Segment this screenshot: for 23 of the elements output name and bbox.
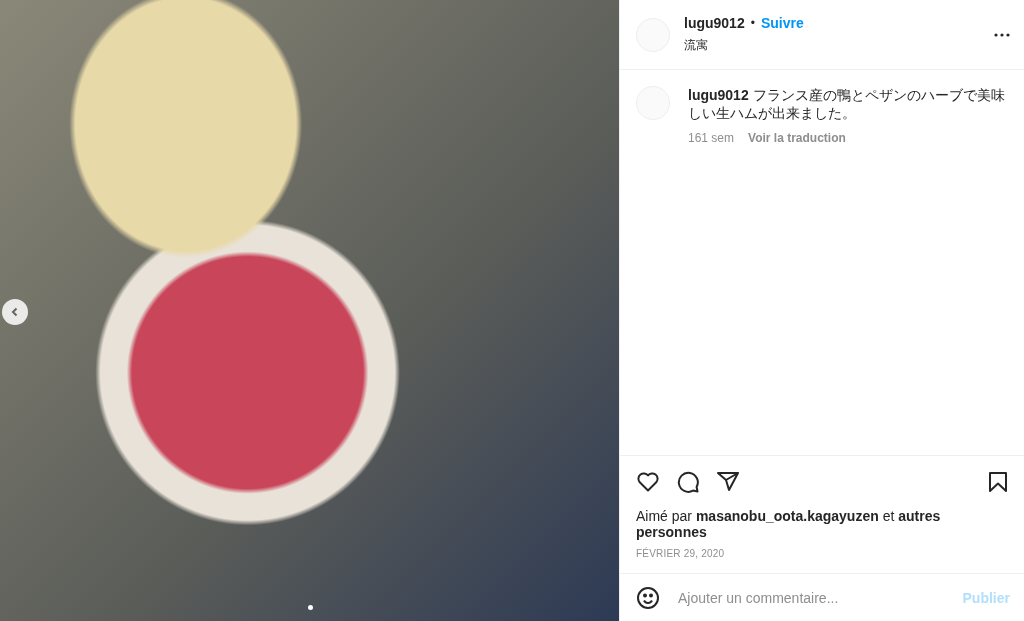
bookmark-icon <box>986 470 1010 494</box>
speech-bubble-icon <box>676 470 700 494</box>
like-button[interactable] <box>636 470 660 494</box>
comment-button[interactable] <box>676 470 700 494</box>
post-date: FÉVRIER 29, 2020 <box>636 548 726 559</box>
follow-link[interactable]: Suivre <box>760 15 804 31</box>
chevron-left-icon <box>10 307 20 317</box>
separator: • <box>750 16 755 30</box>
paper-plane-icon <box>716 470 740 494</box>
heart-icon <box>636 470 660 494</box>
smiley-icon[interactable] <box>636 585 660 610</box>
translate-link[interactable]: Voir la traduction <box>748 131 846 145</box>
carousel-dot <box>308 605 313 610</box>
username[interactable]: lugu9012 <box>684 15 745 31</box>
previous-button[interactable] <box>2 299 28 325</box>
caption-text: lugu9012 フランス産の鴨とペザンのハーブで美味しい生ハムが出来ました。 <box>688 86 1006 122</box>
more-button[interactable] <box>994 32 1010 37</box>
location[interactable]: 流寓 <box>684 37 980 54</box>
save-button[interactable] <box>986 470 1010 494</box>
likes-text: Aimé par masanobu_oota.kagayuzen et autres personnes <box>636 508 942 540</box>
more-icon <box>994 32 1010 37</box>
share-button[interactable] <box>716 470 740 494</box>
post-age: 161 sem <box>688 131 735 145</box>
